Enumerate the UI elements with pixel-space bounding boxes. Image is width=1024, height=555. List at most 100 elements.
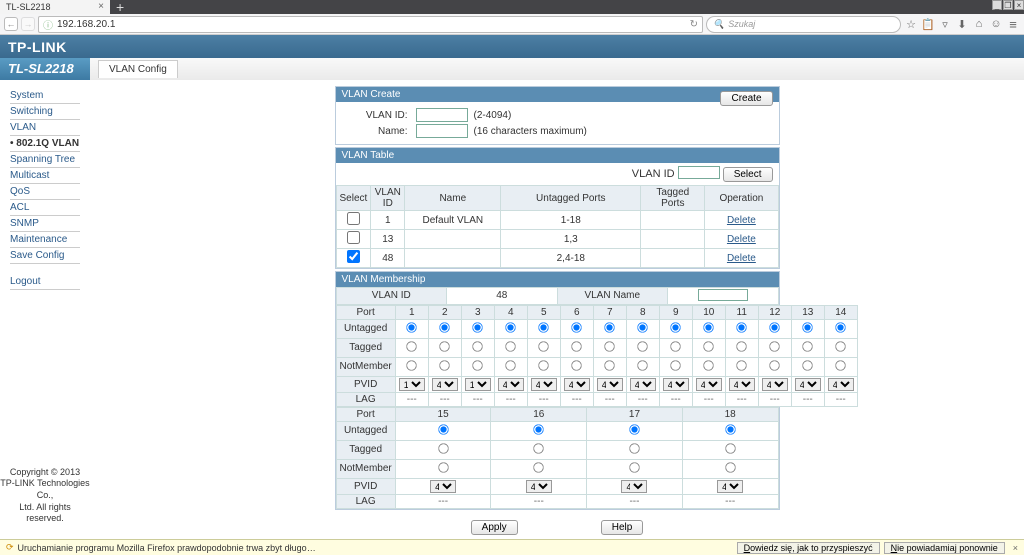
radio-n-port-6[interactable] [572, 360, 582, 370]
radio-t-port-16[interactable] [534, 443, 544, 453]
window-maximize-icon[interactable]: ❐ [1003, 0, 1013, 10]
sidebar-item-save-config[interactable]: Save Config [10, 248, 80, 264]
radio-u-port-6[interactable] [572, 322, 582, 332]
pvid-select-port-8[interactable]: 48 [630, 378, 656, 391]
pvid-select-port-16[interactable]: 48 [526, 480, 552, 493]
pvid-select-port-12[interactable]: 48 [762, 378, 788, 391]
radio-u-port-3[interactable] [473, 322, 483, 332]
radio-n-port-14[interactable] [836, 360, 846, 370]
browser-tab[interactable]: TL-SL2218 × [0, 0, 110, 14]
radio-t-port-1[interactable] [407, 341, 417, 351]
statusbar-dismiss-button[interactable]: Nie powiadamiaj ponownie [884, 542, 1005, 554]
radio-t-port-8[interactable] [638, 341, 648, 351]
apply-button[interactable]: Apply [471, 520, 518, 535]
sidebar-item-snmp[interactable]: SNMP [10, 216, 80, 232]
pvid-select-port-13[interactable]: 48 [795, 378, 821, 391]
delete-link[interactable]: Delete [727, 253, 756, 264]
pvid-select-port-1[interactable]: 13 [399, 378, 425, 391]
create-button[interactable]: Create [720, 91, 772, 106]
radio-t-port-15[interactable] [438, 443, 448, 453]
bookmark-star-icon[interactable]: ☆ [904, 17, 918, 31]
sidebar-item-switching[interactable]: Switching [10, 104, 80, 120]
sidebar-item-logout[interactable]: Logout [10, 274, 80, 290]
radio-n-port-1[interactable] [407, 360, 417, 370]
radio-t-port-11[interactable] [737, 341, 747, 351]
sidebar-item-vlan[interactable]: VLAN [10, 120, 80, 136]
search-bar[interactable]: 🔍 Szukaj [706, 16, 901, 33]
sidebar-item-qos[interactable]: QoS [10, 184, 80, 200]
delete-link[interactable]: Delete [727, 234, 756, 245]
home-icon[interactable]: ⌂ [972, 17, 986, 31]
pvid-select-port-5[interactable]: 48 [531, 378, 557, 391]
input-vlan-id[interactable] [416, 108, 468, 122]
radio-t-port-17[interactable] [629, 443, 639, 453]
pvid-select-port-2[interactable]: 48 [432, 378, 458, 391]
pvid-select-port-17[interactable]: 48 [621, 480, 647, 493]
downloads-icon[interactable]: ⬇ [955, 17, 969, 31]
radio-n-port-17[interactable] [629, 462, 639, 472]
sidebar-item-acl[interactable]: ACL [10, 200, 80, 216]
radio-u-port-18[interactable] [725, 424, 735, 434]
sidebar-item-multicast[interactable]: Multicast [10, 168, 80, 184]
radio-u-port-8[interactable] [638, 322, 648, 332]
sidebar-item-spanning-tree[interactable]: Spanning Tree [10, 152, 80, 168]
sidebar-item-maintenance[interactable]: Maintenance [10, 232, 80, 248]
radio-t-port-7[interactable] [605, 341, 615, 351]
input-search-vlan-id[interactable] [678, 166, 720, 179]
url-bar[interactable]: ⓘ 192.168.20.1 ↻ [38, 16, 703, 33]
radio-n-port-16[interactable] [534, 462, 544, 472]
window-close-icon[interactable]: × [1014, 0, 1024, 10]
pvid-select-port-18[interactable]: 48 [717, 480, 743, 493]
radio-u-port-5[interactable] [539, 322, 549, 332]
pvid-select-port-15[interactable]: 48 [430, 480, 456, 493]
radio-n-port-10[interactable] [704, 360, 714, 370]
radio-u-port-13[interactable] [803, 322, 813, 332]
radio-n-port-15[interactable] [438, 462, 448, 472]
row-select-checkbox[interactable] [347, 212, 360, 225]
site-info-icon[interactable]: ⓘ [43, 17, 53, 32]
sidebar-item-system[interactable]: System [10, 88, 80, 104]
radio-u-port-1[interactable] [407, 322, 417, 332]
radio-n-port-18[interactable] [725, 462, 735, 472]
pvid-select-port-3[interactable]: 13 [465, 378, 491, 391]
tab-vlan-config[interactable]: VLAN Config [98, 60, 178, 78]
pocket-icon[interactable]: ▿ [938, 17, 952, 31]
select-button[interactable]: Select [723, 167, 773, 182]
pvid-select-port-4[interactable]: 48 [498, 378, 524, 391]
radio-u-port-10[interactable] [704, 322, 714, 332]
statusbar-learn-button[interactable]: Dowiedz się, jak to przyspieszyć [737, 542, 880, 554]
clipboard-icon[interactable]: 📋 [921, 17, 935, 31]
pvid-select-port-10[interactable]: 48 [696, 378, 722, 391]
input-vlan-name[interactable] [416, 124, 468, 138]
radio-t-port-9[interactable] [671, 341, 681, 351]
radio-t-port-18[interactable] [725, 443, 735, 453]
radio-t-port-12[interactable] [770, 341, 780, 351]
radio-u-port-16[interactable] [534, 424, 544, 434]
radio-t-port-2[interactable] [440, 341, 450, 351]
radio-u-port-12[interactable] [770, 322, 780, 332]
statusbar-close-icon[interactable]: × [1013, 543, 1018, 553]
help-button[interactable]: Help [601, 520, 644, 535]
new-tab-button[interactable]: + [116, 0, 124, 15]
pvid-select-port-9[interactable]: 48 [663, 378, 689, 391]
radio-n-port-13[interactable] [803, 360, 813, 370]
radio-n-port-3[interactable] [473, 360, 483, 370]
radio-u-port-7[interactable] [605, 322, 615, 332]
pvid-select-port-6[interactable]: 48 [564, 378, 590, 391]
row-select-checkbox[interactable] [347, 250, 360, 263]
radio-t-port-14[interactable] [836, 341, 846, 351]
tab-close-icon[interactable]: × [98, 0, 104, 14]
radio-n-port-9[interactable] [671, 360, 681, 370]
radio-t-port-3[interactable] [473, 341, 483, 351]
radio-n-port-2[interactable] [440, 360, 450, 370]
radio-n-port-8[interactable] [638, 360, 648, 370]
face-icon[interactable]: ☺ [989, 17, 1003, 31]
radio-u-port-9[interactable] [671, 322, 681, 332]
sidebar-item-802-1q-vlan[interactable]: 802.1Q VLAN [10, 136, 80, 152]
nav-back-button[interactable]: ← [4, 17, 18, 31]
radio-n-port-7[interactable] [605, 360, 615, 370]
radio-n-port-5[interactable] [539, 360, 549, 370]
radio-u-port-17[interactable] [629, 424, 639, 434]
radio-u-port-4[interactable] [506, 322, 516, 332]
pvid-select-port-14[interactable]: 48 [828, 378, 854, 391]
